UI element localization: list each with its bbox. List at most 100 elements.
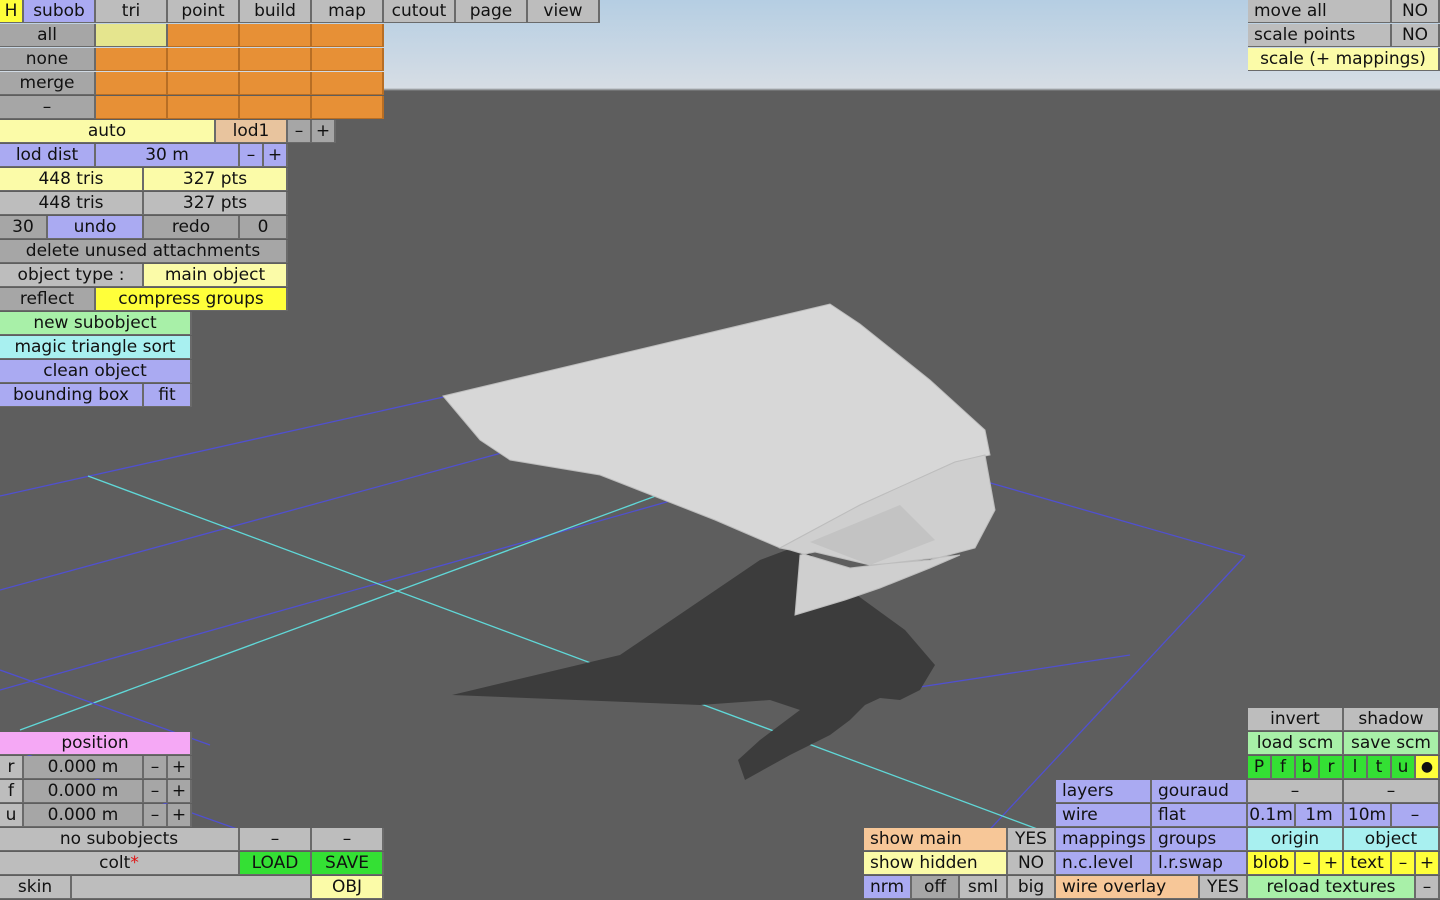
bounding-box-button[interactable]: bounding box xyxy=(0,384,144,407)
subobject-cell[interactable] xyxy=(240,96,312,119)
lod-auto-button[interactable]: auto xyxy=(0,120,216,143)
new-subobject-button[interactable]: new subobject xyxy=(0,312,192,335)
tab-view[interactable]: view xyxy=(528,0,600,23)
lod-dist-plus-button[interactable]: + xyxy=(264,144,288,167)
load-button[interactable]: LOAD xyxy=(240,852,312,875)
blob-plus-button[interactable]: + xyxy=(1320,852,1344,875)
mappings-button[interactable]: mappings xyxy=(1056,828,1152,851)
subobject-cell[interactable] xyxy=(240,48,312,71)
position-u-plus-button[interactable]: + xyxy=(168,804,192,827)
tab-subob[interactable]: subob xyxy=(24,0,96,23)
scale-points-toggle[interactable]: NO xyxy=(1392,24,1440,47)
tab-page[interactable]: page xyxy=(456,0,528,23)
shadow-button[interactable]: shadow xyxy=(1344,708,1440,731)
position-r-value[interactable]: 0.000 m xyxy=(24,756,144,779)
position-f-minus-button[interactable]: – xyxy=(144,780,168,803)
fit-button[interactable]: fit xyxy=(144,384,192,407)
lod-plus-button[interactable]: + xyxy=(312,120,336,143)
tab-tri[interactable]: tri xyxy=(96,0,168,23)
nc-level-button[interactable]: n.c.level xyxy=(1056,852,1152,875)
position-f-value[interactable]: 0.000 m xyxy=(24,780,144,803)
object-type-select[interactable]: main object xyxy=(144,264,288,287)
scm-t-button[interactable]: t xyxy=(1368,756,1392,779)
tab-build[interactable]: build xyxy=(240,0,312,23)
grid-10m-button[interactable]: 10m xyxy=(1344,804,1392,827)
subobject-cell[interactable] xyxy=(96,96,168,119)
position-u-value[interactable]: 0.000 m xyxy=(24,804,144,827)
lod-level-button[interactable]: lod1 xyxy=(216,120,288,143)
origin-button[interactable]: origin xyxy=(1248,828,1344,851)
lod-dist-minus-button[interactable]: – xyxy=(240,144,264,167)
reload-textures-button[interactable]: reload textures xyxy=(1248,876,1416,899)
load-scm-button[interactable]: load scm xyxy=(1248,732,1344,755)
tab-cutout[interactable]: cutout xyxy=(384,0,456,23)
wire-button[interactable]: wire xyxy=(1056,804,1152,827)
subobject-cell[interactable] xyxy=(312,96,384,119)
subobject-cell[interactable] xyxy=(96,72,168,95)
tab-point[interactable]: point xyxy=(168,0,240,23)
blob-minus-button[interactable]: – xyxy=(1296,852,1320,875)
subobject-cell[interactable] xyxy=(168,48,240,71)
scm-b-button[interactable]: b xyxy=(1296,756,1320,779)
move-all-toggle[interactable]: NO xyxy=(1392,0,1440,23)
text-plus-button[interactable]: + xyxy=(1416,852,1440,875)
normals-off-button[interactable]: off xyxy=(912,876,960,899)
skin-field[interactable] xyxy=(72,876,312,899)
scm-dash-left[interactable]: – xyxy=(1248,780,1344,803)
redo-button[interactable]: redo xyxy=(144,216,240,239)
lod-dist-value[interactable]: 30 m xyxy=(96,144,240,167)
subobject-cell[interactable] xyxy=(168,96,240,119)
normals-nrm-button[interactable]: nrm xyxy=(864,876,912,899)
subobject-prev-button[interactable]: – xyxy=(240,828,312,851)
show-main-toggle[interactable]: YES xyxy=(1008,828,1056,851)
normals-sml-button[interactable]: sml xyxy=(960,876,1008,899)
object-button[interactable]: object xyxy=(1344,828,1440,851)
magic-triangle-sort-button[interactable]: magic triangle sort xyxy=(0,336,192,359)
subobject-cell[interactable] xyxy=(168,24,240,47)
scm-l-button[interactable]: l xyxy=(1344,756,1368,779)
subobject-cell[interactable] xyxy=(240,24,312,47)
scm-r-button[interactable]: r xyxy=(1320,756,1344,779)
grid-1m-button[interactable]: 1m xyxy=(1296,804,1344,827)
tab-map[interactable]: map xyxy=(312,0,384,23)
select-all-button[interactable]: all xyxy=(0,24,96,47)
tab-h[interactable]: H xyxy=(0,0,24,23)
wire-overlay-toggle[interactable]: YES xyxy=(1200,876,1248,899)
show-hidden-toggle[interactable]: NO xyxy=(1008,852,1056,875)
invert-button[interactable]: invert xyxy=(1248,708,1344,731)
reload-minus-button[interactable]: – xyxy=(1416,876,1440,899)
scm-dash-right[interactable]: – xyxy=(1344,780,1440,803)
scm-u-button[interactable]: u xyxy=(1392,756,1416,779)
undo-button[interactable]: undo xyxy=(48,216,144,239)
scale-mappings-button[interactable]: scale (+ mappings) xyxy=(1248,48,1440,71)
save-scm-button[interactable]: save scm xyxy=(1344,732,1440,755)
text-minus-button[interactable]: – xyxy=(1392,852,1416,875)
select-minus-button[interactable]: – xyxy=(0,96,96,119)
delete-unused-attachments-button[interactable]: delete unused attachments xyxy=(0,240,288,263)
obj-button[interactable]: OBJ xyxy=(312,876,384,899)
gouraud-button[interactable]: gouraud xyxy=(1152,780,1248,803)
grid-0-1m-button[interactable]: 0.1m xyxy=(1248,804,1296,827)
subobject-cell[interactable] xyxy=(240,72,312,95)
position-f-plus-button[interactable]: + xyxy=(168,780,192,803)
subobject-cell[interactable] xyxy=(96,24,168,47)
subobject-next-button[interactable]: – xyxy=(312,828,384,851)
groups-button[interactable]: groups xyxy=(1152,828,1248,851)
scm-dot-icon[interactable]: ● xyxy=(1416,756,1440,779)
reflect-button[interactable]: reflect xyxy=(0,288,96,311)
subobject-cell[interactable] xyxy=(96,48,168,71)
layers-button[interactable]: layers xyxy=(1056,780,1152,803)
compress-groups-button[interactable]: compress groups xyxy=(96,288,288,311)
subobject-cell[interactable] xyxy=(168,72,240,95)
position-u-minus-button[interactable]: – xyxy=(144,804,168,827)
normals-big-button[interactable]: big xyxy=(1008,876,1056,899)
position-r-plus-button[interactable]: + xyxy=(168,756,192,779)
clean-object-button[interactable]: clean object xyxy=(0,360,192,383)
position-r-minus-button[interactable]: – xyxy=(144,756,168,779)
flat-button[interactable]: flat xyxy=(1152,804,1248,827)
grid-minus-button[interactable]: – xyxy=(1392,804,1440,827)
select-none-button[interactable]: none xyxy=(0,48,96,71)
lod-minus-button[interactable]: – xyxy=(288,120,312,143)
subobject-cell[interactable] xyxy=(312,24,384,47)
subobject-cell[interactable] xyxy=(312,72,384,95)
